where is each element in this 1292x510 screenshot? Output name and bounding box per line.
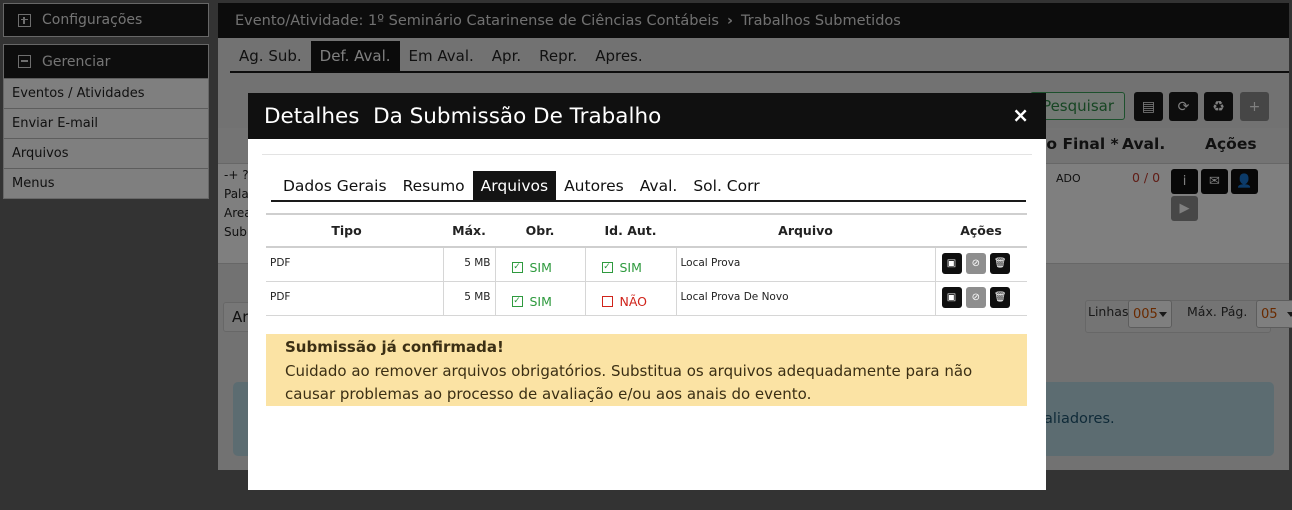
cell-tipo: PDF	[266, 281, 443, 316]
close-icon[interactable]: ×	[1012, 105, 1029, 125]
checkbox-checked-icon: ✓	[511, 262, 523, 273]
tabs-divider	[271, 200, 1026, 202]
col-obr: Obr.	[495, 213, 585, 248]
checkbox-checked-icon: ✓	[601, 262, 613, 273]
author-id-value: NÃO	[619, 293, 648, 309]
modal-title: Detalhes Da Submissão De Trabalho	[264, 103, 662, 129]
cell-arquivo: Local Prova	[675, 247, 935, 282]
warning-alert: Submissão já confirmada! Cuidado ao remo…	[266, 334, 1027, 406]
delete-icon[interactable]: 🗑	[990, 253, 1011, 274]
cell-id-aut: ✓ SIM	[584, 247, 676, 282]
cell-max: 5 MB	[442, 281, 495, 316]
cell-acoes: ▣ ⊘ 🗑	[934, 247, 1027, 282]
cell-acoes: ▣ ⊘ 🗑	[934, 281, 1027, 316]
col-tipo: Tipo	[266, 213, 443, 248]
cell-obr: ✓ SIM	[494, 281, 585, 316]
cell-tipo: PDF	[266, 247, 443, 282]
author-id-flag: NÃO	[601, 293, 648, 309]
table-row: PDF 5 MB ✓ SIM ✓ SIM Local Prova ▣ ⊘ 🗑	[266, 247, 1027, 282]
delete-icon[interactable]: 🗑	[990, 286, 1011, 308]
modal-tabs: Dados Gerais Resumo Arquivos Autores Ava…	[275, 171, 768, 201]
warning-text: Cuidado ao remover arquivos obrigatórios…	[285, 361, 973, 404]
view-file-icon[interactable]: ▣	[941, 253, 962, 274]
tab-sol-corr[interactable]: Sol. Corr	[685, 171, 767, 201]
files-table: Tipo Máx. Obr. Id. Aut. Arquivo Ações PD…	[266, 213, 1027, 316]
author-id-value: SIM	[619, 260, 642, 275]
attach-icon[interactable]: ⊘	[965, 253, 986, 274]
checkbox-empty-icon	[601, 295, 613, 307]
col-id-aut: Id. Aut.	[585, 213, 676, 248]
submission-details-modal: Detalhes Da Submissão De Trabalho × Dado…	[248, 93, 1046, 490]
author-id-flag: ✓ SIM	[601, 260, 642, 275]
tab-aval[interactable]: Aval.	[632, 171, 686, 201]
table-row: PDF 5 MB ✓ SIM NÃO Local Prova De Novo ▣ …	[266, 281, 1027, 316]
cell-arquivo: Local Prova De Novo	[675, 281, 935, 316]
files-table-header: Tipo Máx. Obr. Id. Aut. Arquivo Ações	[266, 213, 1027, 248]
tab-arquivos[interactable]: Arquivos	[472, 171, 557, 201]
required-flag: ✓ SIM	[511, 293, 552, 309]
col-max: Máx.	[443, 213, 495, 248]
tab-dados-gerais[interactable]: Dados Gerais	[275, 171, 395, 201]
cell-id-aut: NÃO	[584, 281, 676, 316]
cell-obr: ✓ SIM	[494, 247, 585, 282]
required-value: SIM	[529, 260, 552, 275]
checkbox-checked-icon: ✓	[511, 295, 523, 307]
view-file-icon[interactable]: ▣	[941, 286, 962, 308]
required-flag: ✓ SIM	[511, 260, 552, 275]
warning-title: Submissão já confirmada!	[285, 338, 504, 356]
cell-max: 5 MB	[442, 247, 495, 282]
col-arquivo: Arquivo	[676, 213, 935, 248]
tab-resumo[interactable]: Resumo	[395, 171, 473, 201]
col-acoes: Ações	[935, 213, 1027, 248]
attach-icon[interactable]: ⊘	[965, 286, 986, 308]
modal-header: Detalhes Da Submissão De Trabalho	[248, 93, 1046, 139]
modal-separator	[262, 154, 1032, 155]
tab-autores[interactable]: Autores	[556, 171, 632, 201]
required-value: SIM	[529, 293, 552, 309]
